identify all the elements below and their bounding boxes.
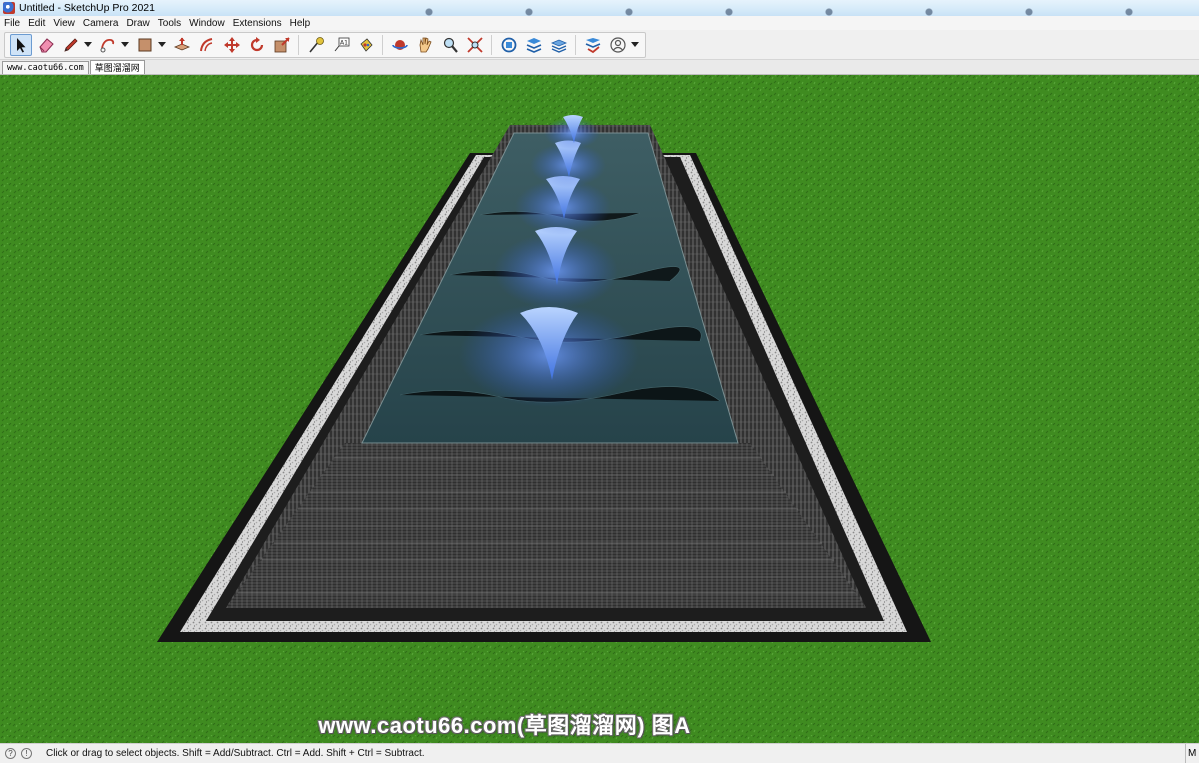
getting-started-toolbar: A1 (0, 30, 1199, 60)
measurements-box[interactable]: M (1185, 744, 1199, 763)
move-icon (223, 37, 240, 53)
zoom-tool-button[interactable] (439, 34, 461, 56)
text-tool-glyph: A1 (340, 40, 348, 47)
menu-edit[interactable]: Edit (28, 18, 45, 29)
push-pull-tool-button[interactable] (171, 34, 193, 56)
menu-help[interactable]: Help (290, 18, 311, 29)
watermark-caption: www.caotu66.com(草图溜溜网) 图A (0, 708, 1199, 740)
toolbar-separator (491, 35, 492, 55)
toolbar-separator (382, 35, 383, 55)
offset-icon (199, 38, 212, 52)
scene-tab-bar: www.caotu66.com 草图溜溜网 (0, 60, 1199, 75)
menu-tools[interactable]: Tools (158, 18, 181, 29)
push-pull-icon (173, 37, 190, 51)
fountain-pool-model (0, 75, 1199, 743)
shape-dropdown-toggle[interactable] (157, 34, 167, 56)
text-tool-button[interactable]: A1 (330, 34, 352, 56)
toolbar-group: A1 (4, 32, 646, 58)
chevron-down-icon (158, 42, 166, 47)
menu-view[interactable]: View (53, 18, 75, 29)
rotate-tool-button[interactable] (246, 34, 268, 56)
account-icon (609, 37, 626, 53)
menu-file[interactable]: File (4, 18, 20, 29)
zoom-icon (443, 37, 458, 53)
line-tool-button[interactable] (60, 34, 82, 56)
info-icon[interactable]: ! (21, 748, 32, 759)
chevron-down-icon (121, 42, 129, 47)
menu-draw[interactable]: Draw (126, 18, 149, 29)
pan-tool-button[interactable] (414, 34, 436, 56)
chevron-down-icon (84, 42, 92, 47)
window-title: Untitled - SketchUp Pro 2021 (19, 2, 155, 14)
line-dropdown-toggle[interactable] (83, 34, 93, 56)
orbit-icon (391, 40, 408, 50)
warehouse-icon (501, 37, 516, 53)
layout-icon (550, 39, 567, 53)
zoom-extents-icon (466, 37, 483, 53)
geo-location-icon[interactable]: ? (5, 748, 16, 759)
extension-manager-button[interactable] (582, 34, 604, 56)
toolbar-separator (575, 35, 576, 55)
tape-measure-icon (308, 37, 324, 53)
paint-bucket-tool-button[interactable] (355, 34, 377, 56)
toolbar-separator (298, 35, 299, 55)
extension-warehouse-icon (526, 38, 541, 53)
menu-extensions[interactable]: Extensions (233, 18, 282, 29)
arc-tool-button[interactable] (97, 34, 119, 56)
layout-send-button[interactable] (548, 34, 570, 56)
arc-dropdown-toggle[interactable] (120, 34, 130, 56)
sketchup-logo-icon (3, 2, 15, 14)
select-icon (16, 38, 25, 53)
title-bar-decoration (379, 0, 1199, 16)
menu-camera[interactable]: Camera (83, 18, 119, 29)
eraser-icon (38, 38, 54, 53)
select-tool-button[interactable] (9, 34, 32, 56)
account-button[interactable] (607, 34, 629, 56)
pencil-line-icon (63, 38, 78, 52)
freehand-arc-icon (100, 39, 114, 53)
status-bar: ? ! Click or drag to select objects. Shi… (0, 743, 1199, 763)
extension-manager-icon (585, 38, 600, 54)
rotate-icon (250, 37, 263, 52)
menu-window[interactable]: Window (189, 18, 225, 29)
scene-tab-website[interactable]: www.caotu66.com (2, 61, 89, 74)
3d-warehouse-button[interactable] (498, 34, 520, 56)
zoom-extents-tool-button[interactable] (464, 34, 486, 56)
move-tool-button[interactable] (221, 34, 243, 56)
pan-icon (419, 37, 432, 53)
menu-bar: File Edit View Camera Draw Tools Window … (0, 16, 1199, 30)
model-viewport[interactable]: www.caotu66.com(草图溜溜网) 图A (0, 75, 1199, 743)
shape-tool-button[interactable] (134, 34, 156, 56)
eraser-tool-button[interactable] (35, 34, 57, 56)
tape-measure-tool-button[interactable] (305, 34, 327, 56)
offset-tool-button[interactable] (196, 34, 218, 56)
text-label-icon: A1 (334, 37, 349, 52)
title-bar: Untitled - SketchUp Pro 2021 (0, 0, 1199, 16)
rectangle-shape-icon (138, 38, 151, 52)
orbit-tool-button[interactable] (389, 34, 411, 56)
account-dropdown-toggle[interactable] (630, 34, 640, 56)
chevron-down-icon (631, 42, 639, 47)
extension-warehouse-button[interactable] (523, 34, 545, 56)
scale-icon (274, 37, 290, 53)
status-message: Click or drag to select objects. Shift =… (46, 748, 425, 759)
scene-tab-caotu[interactable]: 草图溜溜网 (89, 60, 145, 74)
paint-bucket-icon (359, 38, 373, 52)
watermark-text: www.caotu66.com(草图溜溜网) 图A (318, 713, 691, 738)
scale-tool-button[interactable] (271, 34, 293, 56)
